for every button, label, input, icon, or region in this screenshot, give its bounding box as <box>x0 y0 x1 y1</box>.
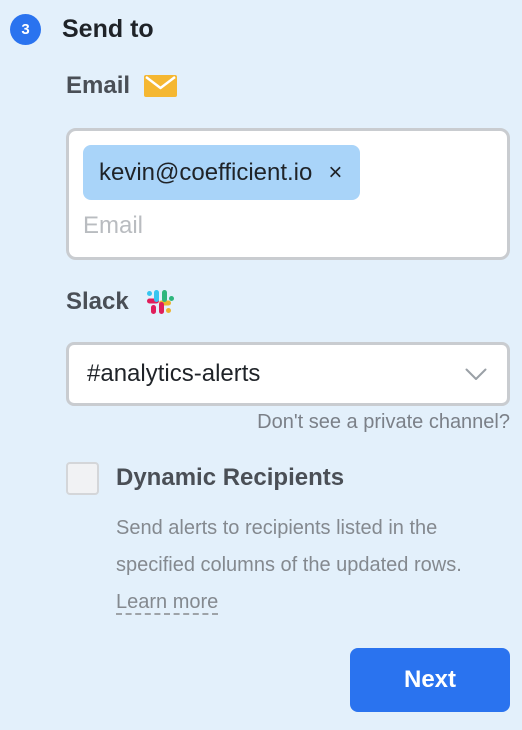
learn-more-link[interactable]: Learn more <box>116 591 219 615</box>
step-header: 3 Send to <box>10 12 154 46</box>
slack-label-row: Slack <box>66 286 175 318</box>
email-label-row: Email <box>66 72 178 100</box>
email-chip-text: kevin@coefficient.io <box>99 158 313 186</box>
dynamic-recipients-description: Send alerts to recipients listed in the … <box>116 510 516 621</box>
slack-channel-select[interactable]: #analytics-alerts <box>66 342 510 406</box>
private-channel-help-link[interactable]: Don't see a private channel? <box>257 411 510 434</box>
send-to-panel: 3 Send to Email kevin@coefficient.io × S… <box>0 0 522 730</box>
next-button[interactable]: Next <box>350 648 510 712</box>
envelope-icon <box>144 75 178 97</box>
chevron-down-icon <box>465 368 487 381</box>
email-input[interactable] <box>83 209 483 243</box>
dynamic-recipients-checkbox[interactable] <box>66 462 99 495</box>
email-label: Email <box>66 72 131 99</box>
slack-label: Slack <box>66 288 129 315</box>
dynamic-recipients-description-text: Send alerts to recipients listed in the … <box>116 517 462 576</box>
remove-email-close-icon[interactable]: × <box>328 160 342 185</box>
step-number-badge: 3 <box>10 13 41 45</box>
dynamic-recipients-label: Dynamic Recipients <box>116 464 345 491</box>
email-chip: kevin@coefficient.io × <box>83 145 361 200</box>
section-title: Send to <box>62 14 154 43</box>
email-recipients-field[interactable]: kevin@coefficient.io × <box>66 128 510 260</box>
selected-channel: #analytics-alerts <box>87 360 261 387</box>
slack-logo-icon <box>143 286 175 318</box>
